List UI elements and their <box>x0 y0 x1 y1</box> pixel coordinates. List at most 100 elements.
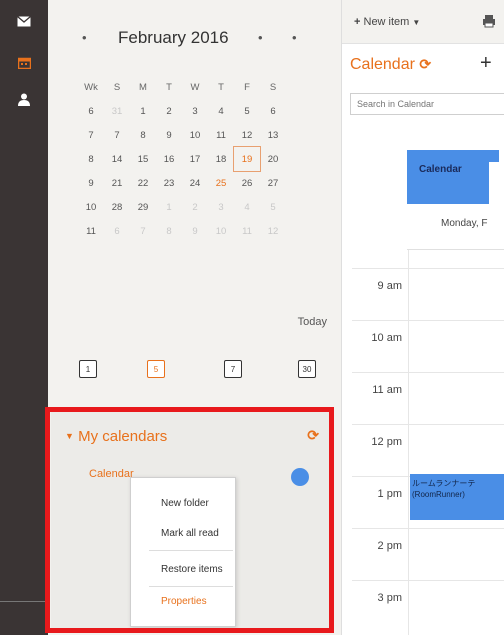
day-cell[interactable]: 5 <box>234 99 260 123</box>
today-day-cell[interactable]: 25 <box>208 171 234 195</box>
day-cell[interactable]: 13 <box>260 123 286 147</box>
next-year-button[interactable]: • <box>292 30 297 45</box>
refresh-icon[interactable]: ⟳ <box>307 427 319 444</box>
month-view-button[interactable]: 30 <box>298 360 316 378</box>
menu-item-new-folder[interactable]: New folder <box>161 498 209 509</box>
mini-calendar-header: • February 2016 • • <box>48 26 342 52</box>
day-cell[interactable]: 7 <box>130 219 156 243</box>
time-gridline <box>352 528 504 529</box>
day-cell[interactable]: 6 <box>104 219 130 243</box>
day-cell[interactable]: 9 <box>156 123 182 147</box>
day-view-button[interactable]: 1 <box>79 360 97 378</box>
week-number[interactable]: 6 <box>78 99 104 123</box>
day-cell[interactable]: 17 <box>182 147 208 171</box>
day-cell[interactable]: 22 <box>130 171 156 195</box>
day-column-header: Monday, F <box>407 214 504 250</box>
day-cell[interactable]: 12 <box>234 123 260 147</box>
day-cell[interactable]: 31 <box>104 99 130 123</box>
my-calendars-label: My calendars <box>78 428 168 445</box>
context-menu: New folder Mark all read Restore items P… <box>130 477 236 627</box>
day-cell[interactable]: 15 <box>130 147 156 171</box>
my-calendars-header[interactable]: ▼ My calendars <box>65 428 167 445</box>
day-cell[interactable]: 9 <box>182 219 208 243</box>
app-rail <box>0 0 48 635</box>
day-cell[interactable]: 10 <box>182 123 208 147</box>
contacts-icon[interactable] <box>12 88 36 110</box>
rail-divider <box>0 601 48 602</box>
day-cell[interactable]: 24 <box>182 171 208 195</box>
weekday-header: T <box>166 81 172 93</box>
day-cell[interactable]: 27 <box>260 171 286 195</box>
view-switcher: 1 5 7 30 <box>48 360 342 382</box>
day-cell[interactable]: 11 <box>208 123 234 147</box>
week-number[interactable]: 7 <box>78 123 104 147</box>
menu-item-properties[interactable]: Properties <box>161 596 207 607</box>
prev-month-button[interactable]: • <box>82 30 87 45</box>
refresh-icon[interactable]: ⟳ <box>419 56 431 72</box>
day-cell[interactable]: 14 <box>104 147 130 171</box>
time-label: 9 am <box>377 280 402 292</box>
chevron-down-icon: ▼ <box>412 18 421 27</box>
day-cell[interactable]: 4 <box>208 99 234 123</box>
new-item-label: New item <box>363 16 410 28</box>
day-cell[interactable]: 2 <box>156 99 182 123</box>
day-cell[interactable]: 11 <box>234 219 260 243</box>
weekday-header: S <box>113 81 121 93</box>
day-cell[interactable]: 16 <box>156 147 182 171</box>
plus-icon: + <box>354 16 361 28</box>
week-row: 6 31 1 2 3 4 5 6 <box>78 99 286 123</box>
time-gridline <box>352 268 504 269</box>
weekday-header: W <box>190 81 200 93</box>
menu-item-restore-items[interactable]: Restore items <box>161 564 223 575</box>
day-cell[interactable]: 3 <box>182 99 208 123</box>
day-cell[interactable]: 3 <box>208 195 234 219</box>
day-cell[interactable]: 21 <box>104 171 130 195</box>
weekday-header: T <box>218 81 224 93</box>
selected-day-cell[interactable]: 19 <box>233 146 261 172</box>
new-item-button[interactable]: + New item ▼ <box>354 16 420 28</box>
weekday-header: S <box>269 81 277 93</box>
week-number[interactable]: 9 <box>78 171 104 195</box>
calendar-folder-item[interactable]: Calendar <box>89 468 134 480</box>
workweek-view-button[interactable]: 5 <box>147 360 165 378</box>
day-cell[interactable]: 5 <box>260 195 286 219</box>
search-input[interactable] <box>350 93 504 115</box>
day-cell[interactable]: 8 <box>130 123 156 147</box>
menu-item-mark-all-read[interactable]: Mark all read <box>161 528 219 539</box>
day-cell[interactable]: 20 <box>260 147 286 171</box>
calendar-icon[interactable] <box>12 52 36 74</box>
day-cell[interactable]: 2 <box>182 195 208 219</box>
time-label: 11 am <box>372 384 402 396</box>
day-cell[interactable]: 1 <box>130 99 156 123</box>
calendar-event[interactable]: ルームランナーテ (RoomRunner) <box>410 474 504 520</box>
calendar-tab[interactable]: Calendar <box>407 150 499 204</box>
day-cell[interactable]: 18 <box>208 147 234 171</box>
day-cell[interactable]: 12 <box>260 219 286 243</box>
today-button[interactable]: Today <box>298 316 327 328</box>
week-number[interactable]: 8 <box>78 147 104 171</box>
day-cell[interactable]: 4 <box>234 195 260 219</box>
day-cell[interactable]: 8 <box>156 219 182 243</box>
menu-separator <box>149 550 233 551</box>
week-number[interactable]: 11 <box>78 219 104 243</box>
week-number[interactable]: 10 <box>78 195 104 219</box>
time-gridline <box>352 424 504 425</box>
weekday-header: M <box>139 81 147 93</box>
week-view-button[interactable]: 7 <box>224 360 242 378</box>
day-cell[interactable]: 28 <box>104 195 130 219</box>
day-cell[interactable]: 7 <box>104 123 130 147</box>
print-icon[interactable] <box>482 14 496 28</box>
tab-gap <box>489 162 504 204</box>
calendar-color-dot[interactable] <box>291 468 309 486</box>
next-month-button[interactable]: • <box>258 30 263 45</box>
day-cell[interactable]: 1 <box>156 195 182 219</box>
mail-icon[interactable] <box>12 10 36 32</box>
week-row: 11 6 7 8 9 10 11 12 <box>78 219 286 243</box>
day-cell[interactable]: 23 <box>156 171 182 195</box>
caret-down-icon: ▼ <box>65 431 74 441</box>
day-cell[interactable]: 6 <box>260 99 286 123</box>
day-cell[interactable]: 10 <box>208 219 234 243</box>
add-calendar-icon[interactable]: + <box>480 52 492 75</box>
day-cell[interactable]: 26 <box>234 171 260 195</box>
day-cell[interactable]: 29 <box>130 195 156 219</box>
